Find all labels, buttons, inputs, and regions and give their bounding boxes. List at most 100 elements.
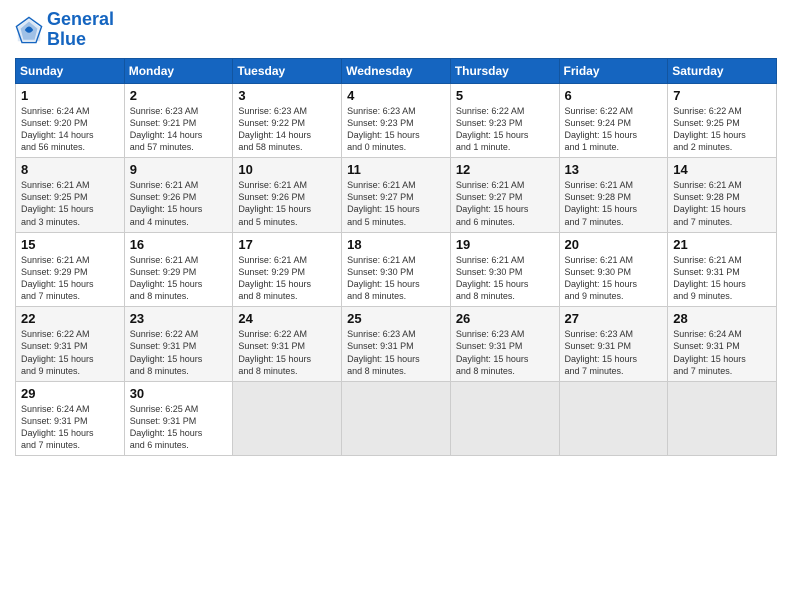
calendar-day-cell: 11 Sunrise: 6:21 AM Sunset: 9:27 PM Dayli… [342,158,451,233]
day-info: Sunrise: 6:21 AM Sunset: 9:29 PM Dayligh… [238,254,336,303]
page: General Blue SundayMondayTuesdayWednesda… [0,0,792,612]
day-info: Sunrise: 6:24 AM Sunset: 9:31 PM Dayligh… [21,403,119,452]
calendar-week-row: 1 Sunrise: 6:24 AM Sunset: 9:20 PM Daylig… [16,83,777,158]
calendar-day-cell [559,381,668,456]
calendar-day-cell: 8 Sunrise: 6:21 AM Sunset: 9:25 PM Daylig… [16,158,125,233]
day-number: 30 [130,386,228,401]
weekday-header-cell: Sunday [16,58,125,83]
weekday-header-cell: Tuesday [233,58,342,83]
day-info: Sunrise: 6:21 AM Sunset: 9:27 PM Dayligh… [347,179,445,228]
calendar-day-cell: 26 Sunrise: 6:23 AM Sunset: 9:31 PM Dayli… [450,307,559,382]
calendar-day-cell [450,381,559,456]
day-info: Sunrise: 6:22 AM Sunset: 9:31 PM Dayligh… [21,328,119,377]
day-info: Sunrise: 6:21 AM Sunset: 9:26 PM Dayligh… [130,179,228,228]
day-info: Sunrise: 6:21 AM Sunset: 9:30 PM Dayligh… [456,254,554,303]
day-number: 21 [673,237,771,252]
calendar-week-row: 22 Sunrise: 6:22 AM Sunset: 9:31 PM Dayli… [16,307,777,382]
header: General Blue [15,10,777,50]
calendar-day-cell: 28 Sunrise: 6:24 AM Sunset: 9:31 PM Dayli… [668,307,777,382]
day-number: 7 [673,88,771,103]
day-info: Sunrise: 6:21 AM Sunset: 9:29 PM Dayligh… [130,254,228,303]
calendar-day-cell: 30 Sunrise: 6:25 AM Sunset: 9:31 PM Dayli… [124,381,233,456]
day-info: Sunrise: 6:21 AM Sunset: 9:25 PM Dayligh… [21,179,119,228]
day-info: Sunrise: 6:24 AM Sunset: 9:31 PM Dayligh… [673,328,771,377]
calendar-day-cell: 14 Sunrise: 6:21 AM Sunset: 9:28 PM Dayli… [668,158,777,233]
calendar-day-cell: 27Sunrise: 6:23 AM Sunset: 9:31 PM Dayli… [559,307,668,382]
day-number: 9 [130,162,228,177]
day-number: 15 [21,237,119,252]
logo-text: General Blue [47,10,114,50]
day-number: 14 [673,162,771,177]
day-number: 20 [565,237,663,252]
calendar-day-cell [233,381,342,456]
calendar-day-cell: 10 Sunrise: 6:21 AM Sunset: 9:26 PM Dayli… [233,158,342,233]
day-number: 16 [130,237,228,252]
day-number: 8 [21,162,119,177]
calendar-week-row: 29 Sunrise: 6:24 AM Sunset: 9:31 PM Dayli… [16,381,777,456]
day-info: Sunrise: 6:21 AM Sunset: 9:26 PM Dayligh… [238,179,336,228]
day-number: 5 [456,88,554,103]
day-info: Sunrise: 6:21 AM Sunset: 9:27 PM Dayligh… [456,179,554,228]
day-number: 22 [21,311,119,326]
day-info: Sunrise: 6:21 AM Sunset: 9:30 PM Dayligh… [565,254,663,303]
calendar-day-cell: 6 Sunrise: 6:22 AM Sunset: 9:24 PM Daylig… [559,83,668,158]
day-number: 2 [130,88,228,103]
calendar-day-cell: 1 Sunrise: 6:24 AM Sunset: 9:20 PM Daylig… [16,83,125,158]
day-number: 4 [347,88,445,103]
calendar-day-cell: 23 Sunrise: 6:22 AM Sunset: 9:31 PM Dayli… [124,307,233,382]
day-number: 13 [565,162,663,177]
calendar-day-cell: 19Sunrise: 6:21 AM Sunset: 9:30 PM Dayli… [450,232,559,307]
day-number: 1 [21,88,119,103]
day-number: 10 [238,162,336,177]
day-info: Sunrise: 6:23 AM Sunset: 9:21 PM Dayligh… [130,105,228,154]
calendar-body: 1 Sunrise: 6:24 AM Sunset: 9:20 PM Daylig… [16,83,777,456]
calendar-day-cell [668,381,777,456]
calendar-day-cell [342,381,451,456]
day-info: Sunrise: 6:21 AM Sunset: 9:28 PM Dayligh… [673,179,771,228]
calendar-week-row: 8 Sunrise: 6:21 AM Sunset: 9:25 PM Daylig… [16,158,777,233]
day-info: Sunrise: 6:23 AM Sunset: 9:22 PM Dayligh… [238,105,336,154]
calendar-day-cell: 2 Sunrise: 6:23 AM Sunset: 9:21 PM Daylig… [124,83,233,158]
day-number: 11 [347,162,445,177]
day-info: Sunrise: 6:21 AM Sunset: 9:30 PM Dayligh… [347,254,445,303]
weekday-header-row: SundayMondayTuesdayWednesdayThursdayFrid… [16,58,777,83]
day-info: Sunrise: 6:22 AM Sunset: 9:25 PM Dayligh… [673,105,771,154]
calendar-day-cell: 25 Sunrise: 6:23 AM Sunset: 9:31 PM Dayli… [342,307,451,382]
calendar-day-cell: 15 Sunrise: 6:21 AM Sunset: 9:29 PM Dayli… [16,232,125,307]
day-number: 17 [238,237,336,252]
day-info: Sunrise: 6:21 AM Sunset: 9:28 PM Dayligh… [565,179,663,228]
calendar-day-cell: 17 Sunrise: 6:21 AM Sunset: 9:29 PM Dayli… [233,232,342,307]
calendar-day-cell: 18Sunrise: 6:21 AM Sunset: 9:30 PM Dayli… [342,232,451,307]
calendar-day-cell: 22 Sunrise: 6:22 AM Sunset: 9:31 PM Dayli… [16,307,125,382]
day-number: 29 [21,386,119,401]
day-number: 25 [347,311,445,326]
calendar-day-cell: 9 Sunrise: 6:21 AM Sunset: 9:26 PM Daylig… [124,158,233,233]
calendar-day-cell: 20 Sunrise: 6:21 AM Sunset: 9:30 PM Dayli… [559,232,668,307]
day-number: 27 [565,311,663,326]
calendar-day-cell: 16 Sunrise: 6:21 AM Sunset: 9:29 PM Dayli… [124,232,233,307]
calendar-day-cell: 21Sunrise: 6:21 AM Sunset: 9:31 PM Dayli… [668,232,777,307]
weekday-header-cell: Monday [124,58,233,83]
day-info: Sunrise: 6:22 AM Sunset: 9:24 PM Dayligh… [565,105,663,154]
calendar-day-cell: 5 Sunrise: 6:22 AM Sunset: 9:23 PM Daylig… [450,83,559,158]
calendar-day-cell: 7 Sunrise: 6:22 AM Sunset: 9:25 PM Daylig… [668,83,777,158]
day-number: 6 [565,88,663,103]
day-info: Sunrise: 6:23 AM Sunset: 9:31 PM Dayligh… [347,328,445,377]
calendar-day-cell: 24Sunrise: 6:22 AM Sunset: 9:31 PM Dayli… [233,307,342,382]
day-info: Sunrise: 6:24 AM Sunset: 9:20 PM Dayligh… [21,105,119,154]
weekday-header-cell: Saturday [668,58,777,83]
day-info: Sunrise: 6:23 AM Sunset: 9:31 PM Dayligh… [456,328,554,377]
day-info: Sunrise: 6:22 AM Sunset: 9:23 PM Dayligh… [456,105,554,154]
calendar-day-cell: 12Sunrise: 6:21 AM Sunset: 9:27 PM Dayli… [450,158,559,233]
day-number: 23 [130,311,228,326]
calendar-day-cell: 3 Sunrise: 6:23 AM Sunset: 9:22 PM Daylig… [233,83,342,158]
day-info: Sunrise: 6:25 AM Sunset: 9:31 PM Dayligh… [130,403,228,452]
day-info: Sunrise: 6:22 AM Sunset: 9:31 PM Dayligh… [238,328,336,377]
day-info: Sunrise: 6:21 AM Sunset: 9:29 PM Dayligh… [21,254,119,303]
calendar-day-cell: 29 Sunrise: 6:24 AM Sunset: 9:31 PM Dayli… [16,381,125,456]
logo: General Blue [15,10,114,50]
day-number: 28 [673,311,771,326]
day-number: 3 [238,88,336,103]
day-number: 26 [456,311,554,326]
day-info: Sunrise: 6:22 AM Sunset: 9:31 PM Dayligh… [130,328,228,377]
